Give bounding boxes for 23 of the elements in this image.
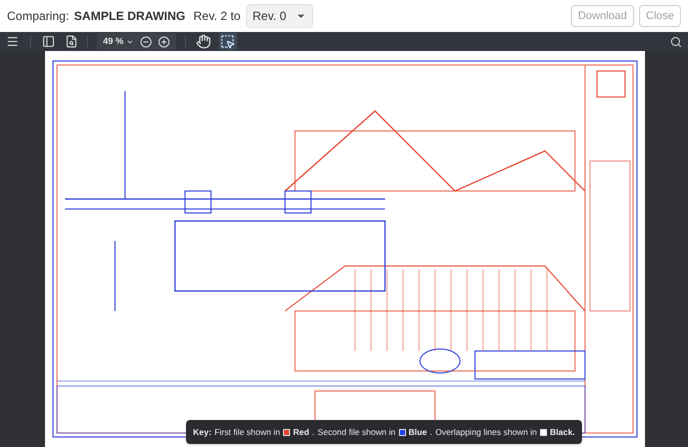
search-icon[interactable] <box>670 36 682 48</box>
hand-icon <box>196 34 212 49</box>
zoom-out-icon[interactable] <box>140 36 152 48</box>
revision-text: Rev. 2 to <box>193 8 241 25</box>
document-icon[interactable] <box>65 35 78 48</box>
key-punctuation: . <box>430 426 432 438</box>
tool-button[interactable] <box>194 33 213 50</box>
key-label: Key: <box>193 426 212 438</box>
comparing-label: Comparing: <box>7 8 70 25</box>
color-name: Blue <box>408 426 427 438</box>
key-text: First file shown in <box>214 426 280 438</box>
tool-button[interactable] <box>218 33 237 50</box>
menu-icon[interactable] <box>6 35 19 48</box>
key-text: Overlapping lines shown in <box>435 426 537 438</box>
revision-select[interactable]: Rev. 0 <box>246 4 314 28</box>
key-punctuation: . <box>312 426 315 438</box>
zoom-in-icon[interactable] <box>158 36 170 48</box>
color-name: Black. <box>550 426 575 438</box>
color-name: Red <box>293 426 310 438</box>
sidebar-toggle-icon[interactable] <box>42 35 55 48</box>
document-name: SAMPLE DRAWING <box>74 8 186 25</box>
key-text: Second file shown in <box>318 426 396 438</box>
marquee-select-icon <box>220 34 236 49</box>
